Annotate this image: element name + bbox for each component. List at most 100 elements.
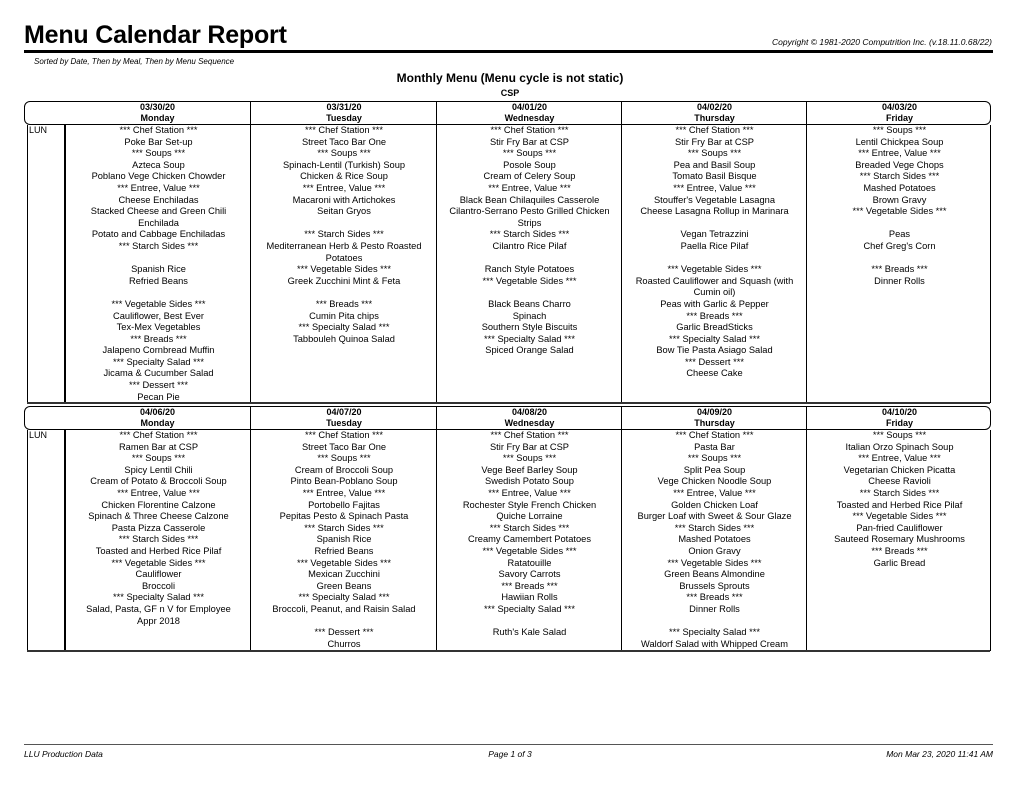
day-weekday: Thursday [694, 418, 735, 428]
menu-item: Mediterranean Herb & Pesto Roasted [266, 240, 422, 251]
menu-item: Broccoli [141, 580, 176, 591]
menu-category-heading: *** Entree, Value *** [858, 453, 941, 464]
menu-category-heading: *** Soups *** [131, 453, 186, 464]
menu-category-heading: *** Starch Sides *** [304, 229, 384, 240]
menu-item: Onion Gravy [688, 545, 741, 556]
menu-item: Dinner Rolls [874, 275, 925, 286]
menu-item: Savory Carrots [498, 569, 561, 580]
menu-item: Sauteed Rosemary Mushrooms [834, 534, 965, 545]
menu-item: Cream of Broccoli Soup [294, 464, 394, 475]
menu-category-heading: *** Dessert *** [129, 380, 188, 391]
report-heading: Monthly Menu (Menu cycle is not static) [396, 71, 624, 85]
week-body: LUN *** Chef Station *** Poke Bar Set-up **… [27, 125, 991, 403]
menu-item: Spanish Rice [131, 264, 186, 275]
menu-item: Mashed Potatoes [863, 182, 936, 193]
menu-item: Broccoli, Peanut, and Raisin Salad [272, 603, 416, 614]
menu-item: Stouffer's Vegetable Lasagna [653, 194, 775, 205]
menu-item: Split Pea Soup [683, 464, 746, 475]
day-menu-cell: *** Chef Station *** Pasta Bar *** Soups *… [621, 430, 807, 651]
menu-item: Vege Chicken Noodle Soup [657, 476, 772, 487]
menu-category-heading: *** Chef Station *** [490, 125, 569, 135]
menu-category-heading: *** Starch Sides *** [674, 522, 755, 533]
menu-item: Tex-Mex Vegetables [116, 322, 201, 333]
menu-category-heading: *** Soups *** [317, 453, 371, 464]
menu-category-heading: *** Starch Sides *** [489, 522, 570, 533]
menu-category-heading: *** Soups *** [131, 148, 186, 159]
menu-category-heading: *** Specialty Salad *** [484, 333, 575, 344]
footer-page-number: Page 1 of 3 [488, 749, 532, 759]
menu-item: Stacked Cheese and Green Chili [90, 206, 227, 217]
day-weekday: Thursday [694, 113, 735, 123]
menu-category-heading: *** Breads *** [501, 580, 558, 591]
menu-item: Ratatouille [507, 557, 552, 568]
menu-item: Spanish Rice [316, 534, 372, 545]
day-header: 04/07/20 Tuesday [250, 407, 437, 429]
menu-category-heading: *** Entree, Value *** [302, 182, 386, 193]
day-weekday: Monday [140, 113, 175, 123]
menu-item: Potatoes [325, 252, 363, 263]
menu-category-heading: *** Starch Sides *** [859, 171, 940, 182]
menu-category-heading: *** Entree, Value *** [117, 182, 200, 193]
menu-item: Potato and Cabbage Enchiladas [91, 229, 226, 240]
menu-item: Spiced Orange Salad [485, 345, 574, 356]
menu-item: Cilantro Rice Pilaf [492, 240, 567, 251]
menu-category-heading: *** Specialty Salad *** [484, 603, 575, 614]
menu-item: Chicken & Rice Soup [300, 171, 388, 182]
menu-item: Garlic BreadSticks [676, 322, 753, 333]
menu-category-heading: *** Starch Sides *** [118, 534, 199, 545]
menu-category-heading: *** Soups *** [872, 125, 927, 135]
day-menu-cell: *** Chef Station *** Stir Fry Bar at CSP *… [436, 125, 622, 403]
menu-category-heading: *** Entree, Value *** [117, 487, 200, 498]
menu-item: Cumin oil) [693, 287, 736, 298]
menu-item: Italian Orzo Spinach Soup [845, 441, 954, 452]
menu-category-heading: *** Specialty Salad *** [669, 627, 760, 638]
menu-category-heading: *** Chef Station *** [675, 125, 754, 135]
menu-item: Cumin Pita chips [309, 310, 379, 321]
title-rule [24, 50, 993, 53]
menu-item: Stir Fry Bar at CSP [674, 136, 755, 147]
menu-item: Burger Loaf with Sweet & Sour Glaze [637, 511, 792, 522]
week-header: 04/06/20 Monday 04/07/20 Tuesday 04/08/20 Wed… [24, 406, 991, 430]
day-header: 04/09/20 Thursday [621, 407, 807, 429]
week-divider [27, 402, 990, 404]
footer-timestamp: Mon Mar 23, 2020 11:41 AM [886, 749, 993, 759]
meal-period-label: LUN [29, 430, 48, 440]
menu-category-heading: *** Entree, Value *** [673, 182, 756, 193]
menu-item: Green Beans [316, 580, 372, 591]
menu-item: Brussels Sprouts [679, 580, 750, 591]
menu-item: Tomato Basil Bisque [672, 171, 757, 182]
menu-item: Spicy Lentil Chili [124, 464, 193, 475]
menu-item: Seitan Gryos [317, 206, 371, 217]
menu-item: Breaded Vege Chops [855, 159, 944, 170]
day-menu-cell: *** Chef Station *** Stir Fry Bar at CSP *… [436, 430, 622, 651]
day-weekday: Tuesday [326, 418, 362, 428]
menu-item: Paella Rice Pilaf [680, 240, 749, 251]
menu-item: Ranch Style Potatoes [484, 264, 575, 275]
menu-item: Chef Greg's Corn [863, 240, 936, 251]
day-header: 04/02/20 Thursday [621, 102, 807, 124]
menu-category-heading: *** Chef Station *** [304, 430, 384, 440]
menu-category-heading: *** Chef Station *** [119, 430, 198, 440]
day-menu-cell: *** Chef Station *** Street Taco Bar One *… [250, 430, 437, 651]
menu-category-heading: *** Starch Sides *** [859, 487, 940, 498]
menu-item: Toasted and Herbed Rice Pilaf [836, 499, 963, 510]
menu-category-heading: *** Entree, Value *** [673, 487, 756, 498]
menu-item: Peas with Garlic & Pepper [660, 298, 769, 309]
menu-category-heading: *** Breads *** [130, 333, 187, 344]
day-header: 03/30/20 Monday [65, 102, 250, 124]
menu-item: Cauliflower [135, 569, 182, 580]
day-date: 04/09/20 [696, 407, 733, 417]
menu-category-heading: *** Chef Station *** [490, 430, 569, 440]
menu-category-heading: *** Vegetable Sides *** [296, 264, 392, 275]
day-menu-cell: *** Chef Station *** Ramen Bar at CSP *** … [65, 430, 251, 651]
day-menu-cell: *** Chef Station *** Stir Fry Bar at CSP *… [621, 125, 807, 403]
menu-item: Cheese Ravioli [868, 476, 931, 487]
menu-item: Golden Chicken Loaf [671, 499, 758, 510]
menu-item: Southern Style Biscuits [481, 322, 578, 333]
menu-item: Jicama & Cucumber Salad [103, 368, 214, 379]
